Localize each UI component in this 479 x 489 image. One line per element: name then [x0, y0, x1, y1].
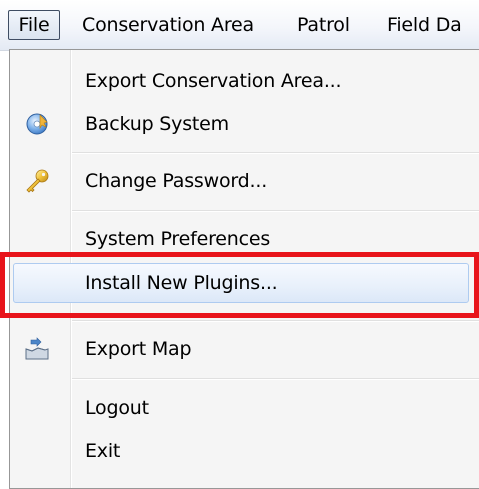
menu-item-export-conservation-area[interactable]: Export Conservation Area... — [10, 58, 479, 104]
export-map-icon — [24, 337, 50, 361]
menu-item-label: Change Password... — [85, 170, 268, 192]
menu-separator — [72, 152, 479, 154]
menu-conservation-area[interactable]: Conservation Area — [82, 10, 254, 40]
menu-separator — [72, 378, 479, 380]
menu-separator — [72, 320, 479, 322]
menu-separator — [72, 210, 479, 212]
menu-patrol[interactable]: Patrol — [297, 10, 350, 40]
menu-item-change-password[interactable]: Change Password... — [10, 158, 479, 204]
menu-item-label: Export Conservation Area... — [85, 70, 342, 92]
highlight-annotation-box — [0, 252, 479, 318]
menu-file[interactable]: File — [8, 10, 60, 40]
backup-disc-icon — [24, 112, 50, 136]
menu-item-exit[interactable]: Exit — [10, 428, 479, 474]
menu-item-label: Exit — [85, 440, 121, 462]
menu-item-export-map[interactable]: Export Map — [10, 326, 479, 372]
menu-item-label: Backup System — [85, 113, 229, 135]
menu-item-backup-system[interactable]: Backup System — [10, 101, 479, 147]
menu-item-logout[interactable]: Logout — [10, 385, 479, 431]
menu-item-label: Logout — [85, 397, 149, 419]
menu-bar: File Conservation Area Patrol Field Da — [0, 0, 479, 51]
key-icon — [24, 169, 50, 193]
menu-field-data[interactable]: Field Da — [387, 10, 462, 40]
menu-item-label: Export Map — [85, 338, 192, 360]
